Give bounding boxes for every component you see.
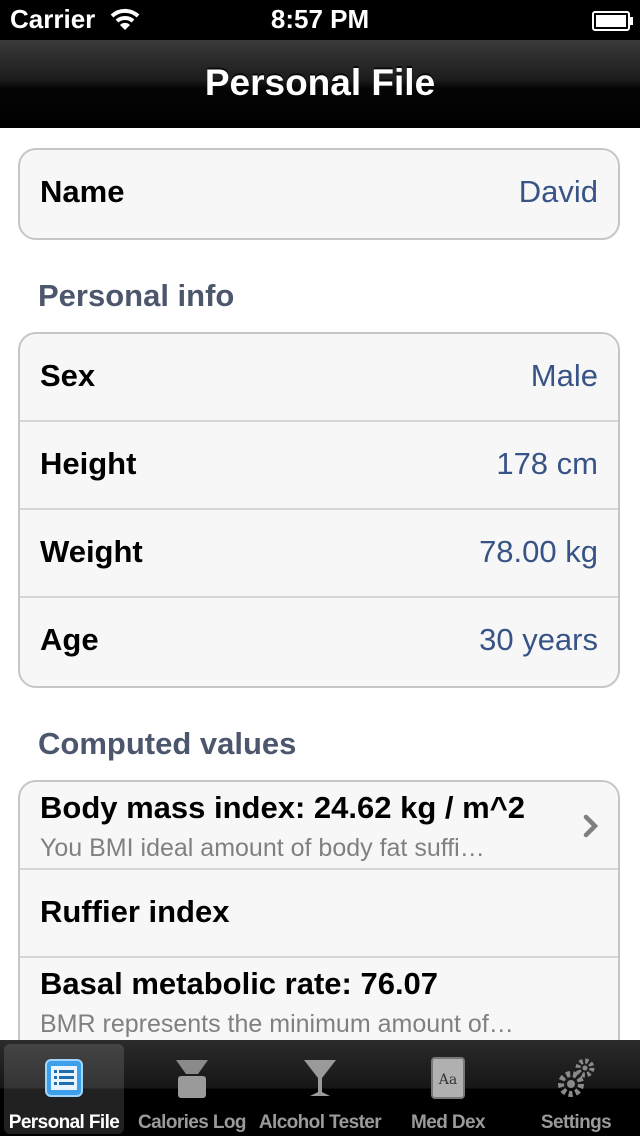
chevron-right-icon — [583, 814, 599, 838]
book-icon: Aa — [431, 1057, 465, 1099]
svg-text:Aa: Aa — [438, 1072, 457, 1088]
tab-label: Calories Log — [138, 1112, 246, 1133]
sex-label: Sex — [40, 358, 96, 393]
name-value: David — [518, 174, 598, 209]
navigation-bar: Personal File — [0, 40, 640, 129]
weight-label: Weight — [40, 534, 143, 569]
age-row[interactable]: Age 30 years — [20, 598, 618, 686]
height-label: Height — [40, 446, 137, 481]
gears-icon — [558, 1058, 595, 1097]
age-label: Age — [40, 622, 99, 657]
height-row[interactable]: Height 178 cm — [20, 422, 618, 510]
tab-alcohol-tester[interactable]: Alcohol Tester — [259, 1044, 382, 1134]
tab-bar: Personal File Calories Log Alcohol Teste… — [0, 1040, 640, 1136]
tab-label: Personal File — [8, 1112, 120, 1133]
scale-icon — [176, 1060, 208, 1098]
ruffier-title: Ruffier index — [40, 894, 230, 929]
weight-row[interactable]: Weight 78.00 kg — [20, 510, 618, 598]
sex-row[interactable]: Sex Male — [20, 334, 618, 422]
name-row[interactable]: Name David — [20, 150, 618, 238]
computed-values-header: Computed values — [38, 726, 297, 761]
bmi-row[interactable]: Body mass index: 24.62 kg / m^2 You BMI … — [20, 782, 618, 870]
tab-settings[interactable]: Settings — [516, 1044, 636, 1134]
bmr-title: Basal metabolic rate: 76.07 — [40, 966, 439, 1001]
bmr-row[interactable]: Basal metabolic rate: 76.07 BMR represen… — [20, 958, 618, 1040]
status-bar: Carrier 8:57 PM — [0, 0, 640, 40]
name-group: Name David — [18, 148, 620, 240]
battery-icon — [592, 11, 633, 31]
name-label: Name — [40, 174, 125, 209]
settings-table[interactable]: Name David Personal info Sex Male Height… — [0, 128, 640, 1040]
bmi-title: Body mass index: 24.62 kg / m^2 — [40, 790, 526, 825]
height-value: 178 cm — [496, 446, 598, 481]
weight-value: 78.00 kg — [479, 534, 598, 569]
tab-label: Settings — [540, 1112, 612, 1133]
page-title: Personal File — [204, 62, 436, 103]
bmi-subtitle: You BMI ideal amount of body fat suffi… — [40, 834, 485, 862]
personal-info-group: Sex Male Height 178 cm Weight 78.00 kg A… — [18, 332, 620, 688]
personal-file-icon — [45, 1059, 83, 1097]
cocktail-glass-icon — [304, 1060, 336, 1096]
tab-med-dex[interactable]: Aa Med Dex — [388, 1044, 508, 1134]
status-time: 8:57 PM — [270, 4, 370, 34]
tab-label: Alcohol Tester — [258, 1112, 382, 1133]
tab-label: Med Dex — [411, 1112, 486, 1133]
ruffier-row[interactable]: Ruffier index — [20, 870, 618, 958]
tab-personal-file[interactable]: Personal File — [4, 1044, 124, 1134]
personal-info-header: Personal info — [38, 278, 235, 313]
computed-values-group: Body mass index: 24.62 kg / m^2 You BMI … — [18, 780, 620, 1040]
bmr-subtitle: BMR represents the minimum amount of… — [40, 1010, 514, 1038]
sex-value: Male — [530, 358, 598, 393]
age-value: 30 years — [479, 622, 598, 657]
tab-calories-log[interactable]: Calories Log — [132, 1044, 252, 1134]
